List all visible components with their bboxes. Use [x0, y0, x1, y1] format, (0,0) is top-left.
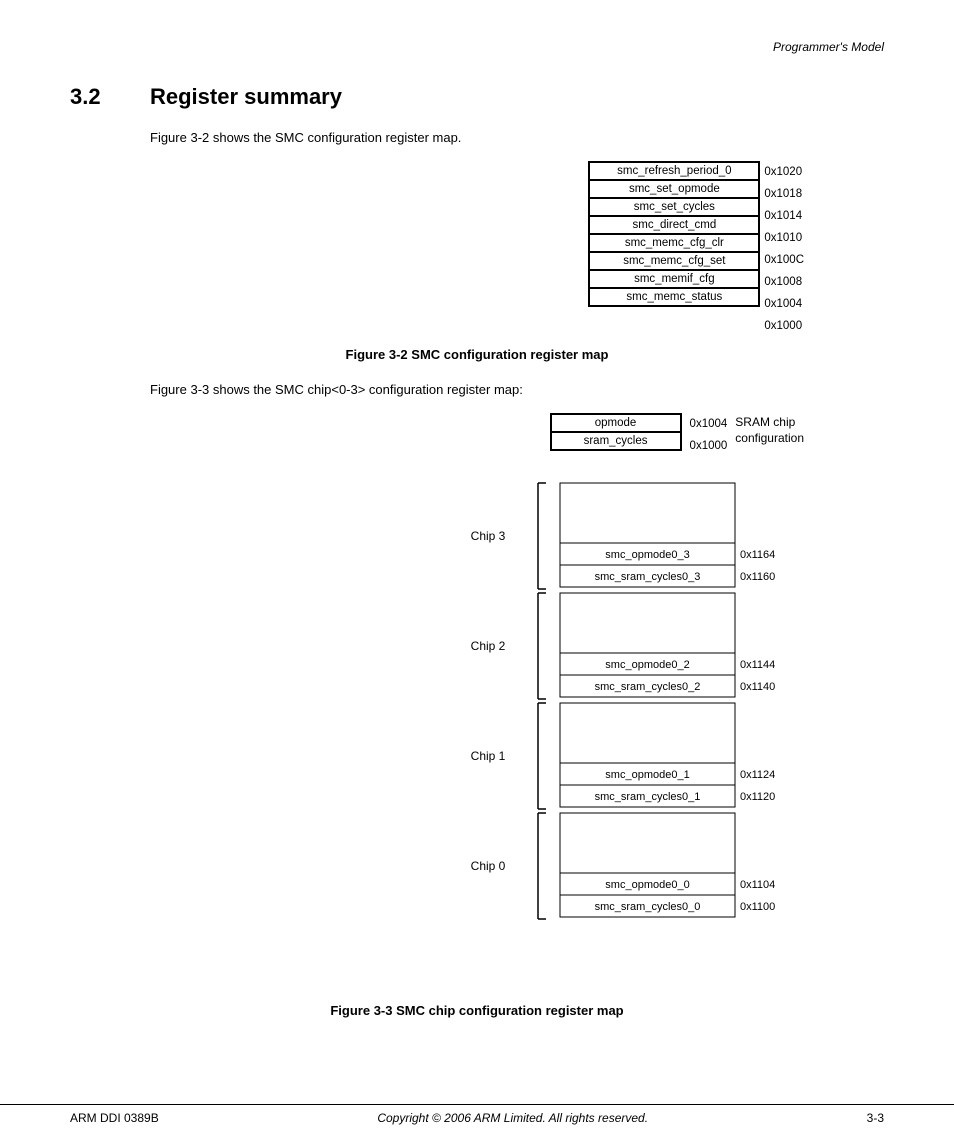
figure1-caption: Figure 3-2 SMC configuration register ma… — [70, 347, 884, 362]
svg-text:smc_sram_cycles0_3: smc_sram_cycles0_3 — [595, 571, 701, 583]
sram-reg-cell: sram_cycles — [551, 432, 681, 450]
svg-text:Chip 1: Chip 1 — [471, 749, 506, 763]
page-header: Programmer's Model — [70, 40, 884, 54]
reg-addr: 0x1004 — [760, 293, 804, 315]
figure1-intro: Figure 3-2 shows the SMC configuration r… — [150, 130, 884, 145]
footer: ARM DDI 0389B Copyright © 2006 ARM Limit… — [0, 1104, 954, 1125]
figure1-area: smc_refresh_period_0smc_set_opmodesmc_se… — [70, 161, 884, 337]
figure2-caption: Figure 3-3 SMC chip configuration regist… — [70, 1003, 884, 1018]
reg-cell: smc_refresh_period_0 — [589, 162, 759, 180]
sram-reg-cell: opmode — [551, 414, 681, 432]
svg-text:smc_sram_cycles0_1: smc_sram_cycles0_1 — [595, 791, 701, 803]
reg-cell: smc_memc_cfg_set — [589, 252, 759, 270]
chip-diagram-svg: smc_opmode0_3 0x1164 smc_sram_cycles0_3 0x1… — [70, 473, 954, 993]
section-number: 3.2 — [70, 84, 120, 110]
reg-cell: smc_direct_cmd — [589, 216, 759, 234]
reg-addr: 0x1020 — [760, 161, 804, 183]
reg-cell: smc_memif_cfg — [589, 270, 759, 288]
register-map-1: smc_refresh_period_0smc_set_opmodesmc_se… — [588, 161, 804, 337]
footer-center: Copyright © 2006 ARM Limited. All rights… — [377, 1111, 648, 1125]
footer-right: 3-3 — [867, 1111, 884, 1125]
reg-addr: 0x1014 — [760, 205, 804, 227]
svg-text:0x1120: 0x1120 — [740, 791, 775, 803]
svg-text:smc_opmode0_0: smc_opmode0_0 — [605, 879, 689, 891]
reg-addr: 0x1010 — [760, 227, 804, 249]
reg-cell: smc_set_opmode — [589, 180, 759, 198]
svg-text:0x1104: 0x1104 — [740, 879, 775, 891]
svg-text:smc_opmode0_3: smc_opmode0_3 — [605, 549, 689, 561]
reg-cell: smc_memc_cfg_clr — [589, 234, 759, 252]
svg-text:0x1164: 0x1164 — [740, 549, 775, 561]
svg-text:0x1124: 0x1124 — [740, 769, 775, 781]
svg-text:0x1140: 0x1140 — [740, 681, 775, 693]
svg-text:Chip 3: Chip 3 — [471, 529, 506, 543]
chip-diagram-area: smc_opmode0_3 0x1164 smc_sram_cycles0_3 0x1… — [70, 473, 884, 993]
sram-chip-config: opmodesram_cycles 0x10040x1000 SRAM chip… — [70, 413, 884, 463]
reg-addr: 0x1018 — [760, 183, 804, 205]
svg-text:Chip 2: Chip 2 — [471, 639, 506, 653]
page: Programmer's Model 3.2 Register summary … — [0, 0, 954, 1145]
sram-reg-addr: 0x1000 — [686, 435, 728, 457]
svg-text:smc_opmode0_1: smc_opmode0_1 — [605, 769, 689, 781]
sram-reg-addr: 0x1004 — [686, 413, 728, 435]
sram-chip-label: SRAM chipconfiguration — [727, 415, 804, 446]
section-title-row: 3.2 Register summary — [70, 84, 884, 110]
reg-cell: smc_memc_status — [589, 288, 759, 306]
svg-text:smc_opmode0_2: smc_opmode0_2 — [605, 659, 689, 671]
svg-text:0x1160: 0x1160 — [740, 571, 775, 583]
reg-cell: smc_set_cycles — [589, 198, 759, 216]
svg-text:0x1100: 0x1100 — [740, 901, 775, 913]
svg-text:0x1144: 0x1144 — [740, 659, 775, 671]
svg-text:smc_sram_cycles0_0: smc_sram_cycles0_0 — [595, 901, 701, 913]
section-heading: Register summary — [150, 84, 342, 110]
svg-text:Chip 0: Chip 0 — [471, 859, 506, 873]
svg-text:smc_sram_cycles0_2: smc_sram_cycles0_2 — [595, 681, 701, 693]
reg-addr: 0x100C — [760, 249, 804, 271]
reg-addr: 0x1000 — [760, 315, 804, 337]
header-title: Programmer's Model — [773, 40, 884, 54]
sram-chip-section: opmodesram_cycles 0x10040x1000 SRAM chip… — [550, 413, 804, 457]
footer-left: ARM DDI 0389B — [70, 1111, 159, 1125]
reg-boxes-1: smc_refresh_period_0smc_set_opmodesmc_se… — [588, 161, 760, 307]
reg-addr: 0x1008 — [760, 271, 804, 293]
figure2-intro: Figure 3-3 shows the SMC chip<0-3> confi… — [150, 382, 884, 397]
